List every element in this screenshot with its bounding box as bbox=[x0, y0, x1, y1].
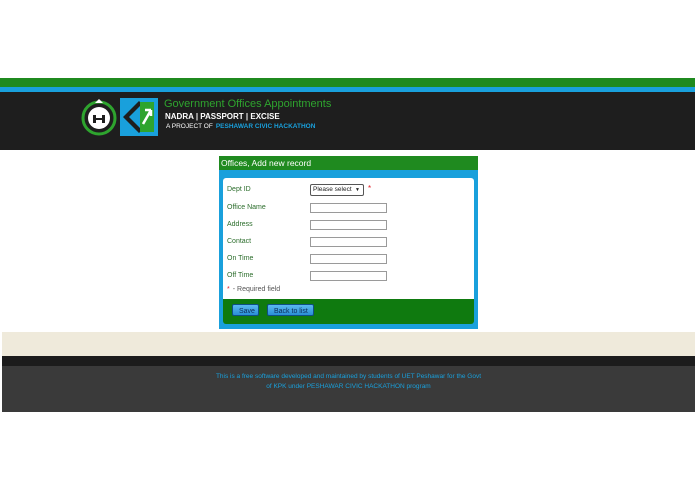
site-subtitle: NADRA | PASSPORT | EXCISE bbox=[165, 112, 280, 121]
project-name: PESHAWAR CIVIC HACKATHON bbox=[215, 123, 316, 130]
dept-id-select[interactable]: Please select ▼ bbox=[310, 184, 364, 196]
required-note-text: - Required field bbox=[232, 286, 281, 293]
required-field-note: * - Required field bbox=[227, 286, 280, 293]
panel-title: Offices, Add new record bbox=[219, 156, 478, 170]
footer-text-line2: of KPK under PESHAWAR CIVIC HACKATHON pr… bbox=[266, 383, 431, 390]
add-record-form: Dept ID Please select ▼ * Office Name Add… bbox=[223, 178, 474, 299]
contact-label: Contact bbox=[227, 238, 252, 245]
required-star: * bbox=[368, 184, 372, 193]
save-button[interactable]: Save bbox=[232, 304, 259, 316]
required-note-star: * bbox=[227, 286, 230, 293]
off-time-input[interactable] bbox=[310, 271, 387, 281]
off-time-label: Off Time bbox=[227, 272, 254, 279]
office-name-input[interactable] bbox=[310, 203, 387, 213]
dept-id-selected-value: Please select bbox=[313, 186, 352, 193]
top-green-stripe bbox=[0, 78, 695, 87]
dropdown-arrow-icon: ▼ bbox=[355, 187, 360, 193]
contact-input[interactable] bbox=[310, 237, 387, 247]
footer-text-line1: This is a free software developed and ma… bbox=[215, 373, 482, 380]
address-input[interactable] bbox=[310, 220, 387, 230]
site-title: Government Offices Appointments bbox=[164, 98, 332, 110]
dept-id-label: Dept ID bbox=[227, 186, 251, 193]
app-logo-icon bbox=[120, 98, 158, 136]
on-time-input[interactable] bbox=[310, 254, 387, 264]
project-prefix: A PROJECT OF bbox=[166, 123, 213, 130]
project-line: A PROJECT OF PESHAWAR CIVIC HACKATHON bbox=[166, 123, 315, 130]
site-footer: This is a free software developed and ma… bbox=[2, 356, 695, 412]
address-label: Address bbox=[227, 221, 253, 228]
content-divider-band bbox=[2, 332, 695, 356]
footer-top-band bbox=[2, 356, 695, 366]
on-time-label: On Time bbox=[227, 255, 254, 262]
back-to-list-button[interactable]: Back to list bbox=[267, 304, 314, 316]
government-seal-icon bbox=[81, 99, 117, 136]
office-name-label: Office Name bbox=[227, 204, 266, 211]
add-record-panel: Offices, Add new record Dept ID Please s… bbox=[219, 156, 478, 329]
form-actions: Save Back to list bbox=[223, 299, 474, 324]
